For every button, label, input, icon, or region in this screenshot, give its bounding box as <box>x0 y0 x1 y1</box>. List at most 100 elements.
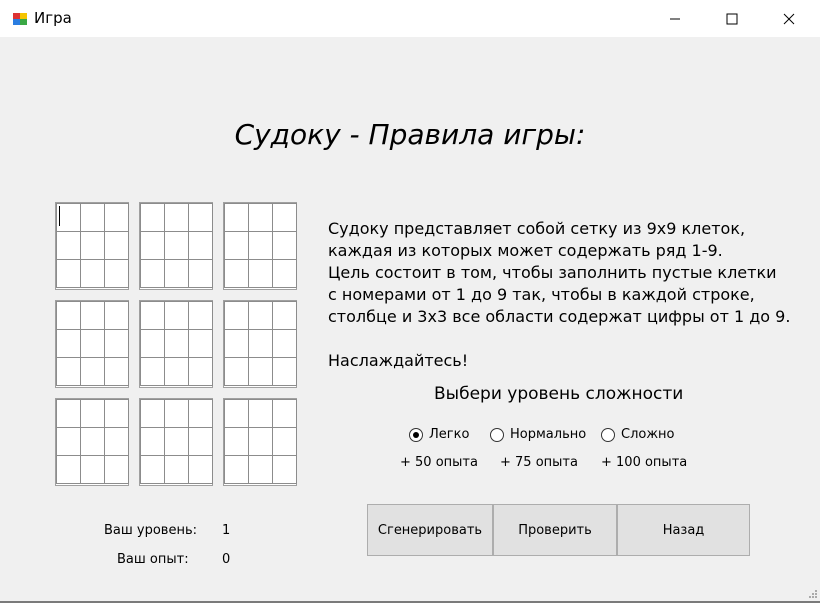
sudoku-cell[interactable] <box>224 427 249 456</box>
sudoku-cell[interactable] <box>248 455 273 484</box>
sudoku-cell[interactable] <box>248 357 273 386</box>
sudoku-cell[interactable] <box>188 203 213 232</box>
sudoku-cell[interactable] <box>56 231 81 260</box>
sudoku-cell[interactable] <box>80 231 105 260</box>
sudoku-block <box>223 202 297 290</box>
sudoku-cell[interactable] <box>272 203 297 232</box>
sudoku-cell[interactable] <box>248 259 273 288</box>
sudoku-cell[interactable] <box>104 357 129 386</box>
sudoku-cell[interactable] <box>248 399 273 428</box>
sudoku-cell[interactable] <box>188 427 213 456</box>
sudoku-cell[interactable] <box>104 203 129 232</box>
sudoku-cell[interactable] <box>248 203 273 232</box>
sudoku-cell[interactable] <box>56 259 81 288</box>
sudoku-cell[interactable] <box>80 455 105 484</box>
sudoku-cell[interactable] <box>224 231 249 260</box>
sudoku-cell[interactable] <box>164 357 189 386</box>
sudoku-cell[interactable] <box>224 329 249 358</box>
sudoku-cell[interactable] <box>224 455 249 484</box>
radio-hard[interactable]: Сложно <box>601 427 675 442</box>
sudoku-cell[interactable] <box>80 259 105 288</box>
check-button[interactable]: Проверить <box>493 504 617 556</box>
sudoku-cell[interactable] <box>248 231 273 260</box>
page-title: Судоку - Правила игры: <box>234 118 586 151</box>
sudoku-cell[interactable] <box>140 455 165 484</box>
sudoku-cell[interactable] <box>140 427 165 456</box>
sudoku-cell[interactable] <box>56 329 81 358</box>
sudoku-cell[interactable] <box>188 455 213 484</box>
sudoku-cell[interactable] <box>140 259 165 288</box>
sudoku-cell[interactable] <box>164 203 189 232</box>
sudoku-cell[interactable] <box>224 357 249 386</box>
sudoku-cell[interactable] <box>272 231 297 260</box>
sudoku-cell[interactable] <box>164 329 189 358</box>
sudoku-cell[interactable] <box>56 427 81 456</box>
close-button[interactable] <box>760 0 818 37</box>
sudoku-block <box>55 300 129 388</box>
sudoku-cell[interactable] <box>272 329 297 358</box>
sudoku-cell[interactable] <box>140 203 165 232</box>
sudoku-cell[interactable] <box>164 259 189 288</box>
radio-selected-dot <box>413 431 419 438</box>
xp-easy: + 50 опыта <box>400 455 478 470</box>
generate-button[interactable]: Сгенерировать <box>367 504 493 556</box>
sudoku-cell[interactable] <box>80 357 105 386</box>
sudoku-cell[interactable] <box>56 357 81 386</box>
sudoku-cell[interactable] <box>80 329 105 358</box>
sudoku-cell[interactable] <box>272 259 297 288</box>
sudoku-cell[interactable] <box>104 231 129 260</box>
radio-circle[interactable] <box>490 427 504 442</box>
sudoku-cell[interactable] <box>164 399 189 428</box>
sudoku-cell[interactable] <box>140 357 165 386</box>
sudoku-cell[interactable] <box>140 399 165 428</box>
sudoku-cell[interactable] <box>188 329 213 358</box>
sudoku-cell[interactable] <box>272 399 297 428</box>
sudoku-cell[interactable] <box>104 329 129 358</box>
minimize-button[interactable] <box>646 0 704 37</box>
sudoku-cell[interactable] <box>224 259 249 288</box>
sudoku-cell[interactable] <box>104 259 129 288</box>
sudoku-cell[interactable] <box>224 399 249 428</box>
sudoku-cell[interactable] <box>188 231 213 260</box>
sudoku-cell[interactable] <box>104 301 129 330</box>
sudoku-cell[interactable] <box>164 301 189 330</box>
sudoku-cell[interactable] <box>188 301 213 330</box>
sudoku-cell[interactable] <box>272 357 297 386</box>
sudoku-cell[interactable] <box>104 455 129 484</box>
sudoku-cell[interactable] <box>272 301 297 330</box>
radio-circle[interactable] <box>601 427 615 442</box>
sudoku-cell[interactable] <box>80 427 105 456</box>
sudoku-cell[interactable] <box>224 301 249 330</box>
radio-circle[interactable] <box>409 427 423 442</box>
sudoku-cell[interactable] <box>188 259 213 288</box>
sudoku-cell[interactable] <box>104 427 129 456</box>
sudoku-cell[interactable] <box>140 329 165 358</box>
sudoku-cell[interactable] <box>272 427 297 456</box>
resize-grip-icon[interactable] <box>808 589 818 599</box>
sudoku-cell[interactable] <box>164 455 189 484</box>
maximize-button[interactable] <box>703 0 761 37</box>
sudoku-cell[interactable] <box>56 399 81 428</box>
sudoku-cell[interactable] <box>80 203 105 232</box>
sudoku-block <box>139 202 213 290</box>
sudoku-cell[interactable] <box>248 301 273 330</box>
sudoku-cell[interactable] <box>140 301 165 330</box>
radio-easy[interactable]: Легко <box>409 427 469 442</box>
sudoku-cell[interactable] <box>248 427 273 456</box>
sudoku-cell[interactable] <box>188 399 213 428</box>
sudoku-cell[interactable] <box>80 301 105 330</box>
sudoku-cell[interactable] <box>188 357 213 386</box>
sudoku-cell[interactable] <box>164 427 189 456</box>
text-caret <box>59 206 60 226</box>
sudoku-cell[interactable] <box>56 301 81 330</box>
sudoku-cell[interactable] <box>104 399 129 428</box>
sudoku-cell[interactable] <box>80 399 105 428</box>
sudoku-cell[interactable] <box>56 455 81 484</box>
sudoku-cell[interactable] <box>164 231 189 260</box>
sudoku-cell[interactable] <box>272 455 297 484</box>
sudoku-cell[interactable] <box>248 329 273 358</box>
back-button[interactable]: Назад <box>617 504 750 556</box>
sudoku-cell[interactable] <box>224 203 249 232</box>
radio-normal[interactable]: Нормально <box>490 427 586 442</box>
sudoku-cell[interactable] <box>140 231 165 260</box>
